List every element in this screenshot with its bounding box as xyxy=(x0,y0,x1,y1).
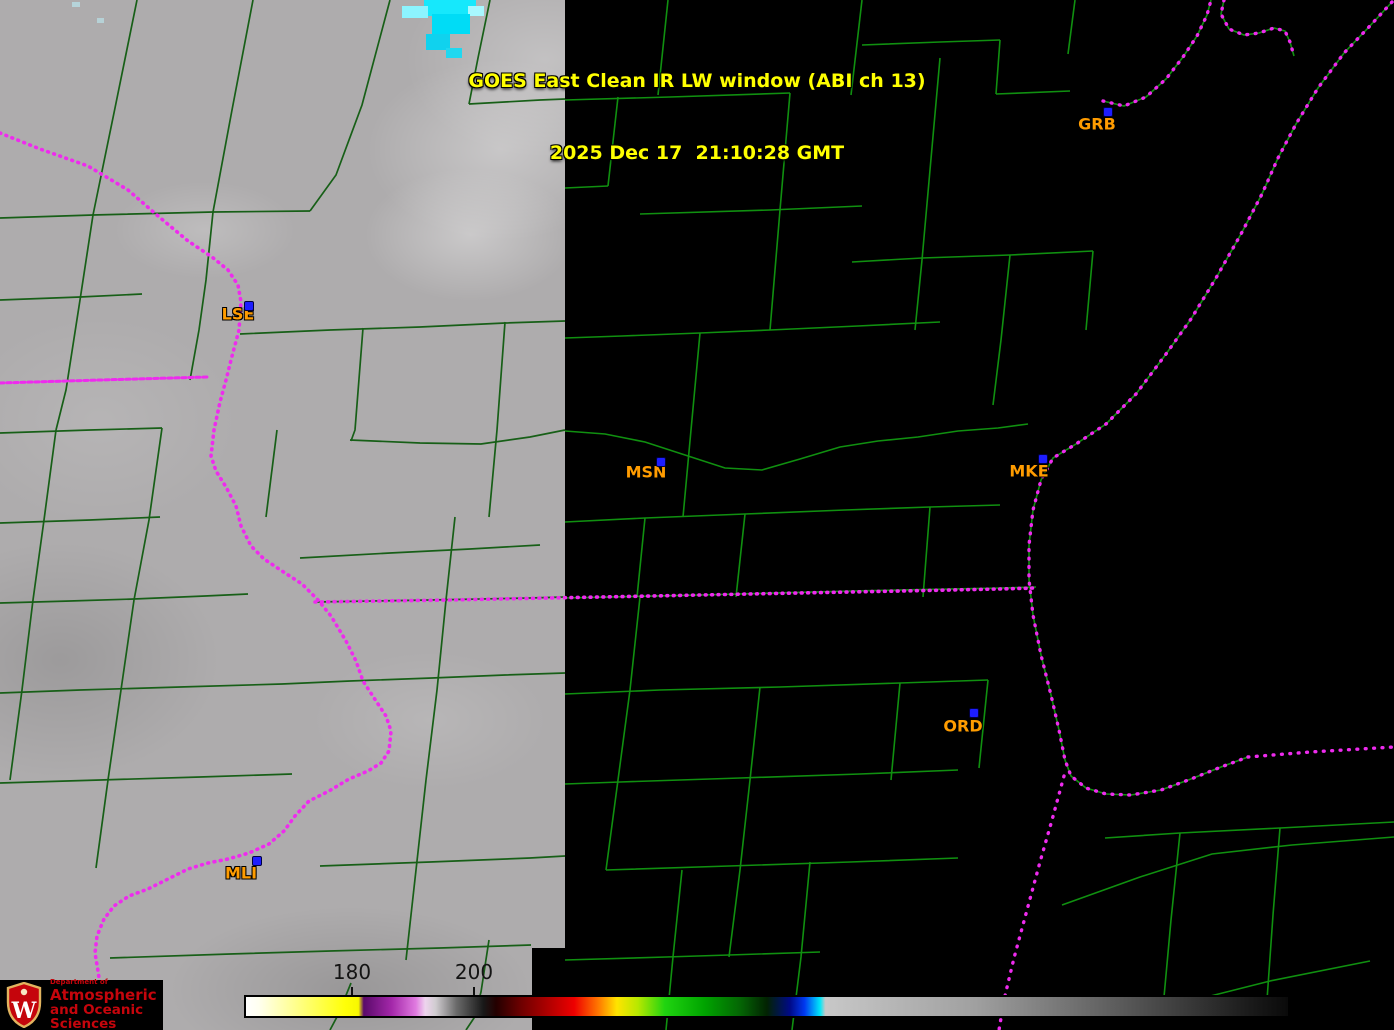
station-dot-mke xyxy=(1038,454,1048,464)
cold-cloud-pixels xyxy=(72,0,484,58)
mississippi-river-border xyxy=(0,131,393,1030)
green-bay-west-shore xyxy=(1101,0,1213,108)
colorbar-tick-label: 200 xyxy=(454,960,494,984)
station-label-grb: GRB xyxy=(1078,114,1116,134)
mn-ia-border xyxy=(0,375,209,385)
title-line-2: 2025 Dec 17 21:10:28 GMT xyxy=(549,142,845,164)
station-dot-grb xyxy=(1103,107,1113,117)
colorbar-tick xyxy=(351,987,353,995)
uw-aos-logo: W Department of Atmospheric and Oceanic … xyxy=(0,979,163,1030)
station-label-mli: MLI xyxy=(224,863,258,883)
logo-name-line1: Atmospheric xyxy=(50,986,157,1004)
station-label-ord: ORD xyxy=(943,716,983,736)
temperature-colorbar xyxy=(244,995,1290,1018)
colorbar-tick-label: 180 xyxy=(332,960,372,984)
logo-name-line2: and Oceanic Sciences xyxy=(50,1002,144,1030)
satellite-viewer: GOES East Clean IR LW window (ABI ch 13)… xyxy=(0,0,1394,1030)
door-peninsula-shore xyxy=(1219,0,1296,58)
image-title: GOES East Clean IR LW window (ABI ch 13)… xyxy=(468,21,925,213)
station-label-mke: MKE xyxy=(1009,461,1049,481)
il-in-border xyxy=(997,774,1066,1030)
station-dot-lse xyxy=(244,301,254,311)
uw-crest-icon: W xyxy=(6,982,42,1028)
colorbar-tick xyxy=(473,987,475,995)
station-dot-mli xyxy=(252,856,262,866)
il-in-shore-border xyxy=(1246,745,1394,759)
crest-letter: W xyxy=(11,998,37,1024)
station-dot-msn xyxy=(656,457,666,467)
title-line-1: GOES East Clean IR LW window (ABI ch 13) xyxy=(468,70,926,92)
logo-text: Department of Atmospheric and Oceanic Sc… xyxy=(50,979,163,1030)
wi-il-border xyxy=(313,586,1038,604)
station-dot-ord xyxy=(969,708,979,718)
logo-dept: Department of xyxy=(50,978,108,986)
